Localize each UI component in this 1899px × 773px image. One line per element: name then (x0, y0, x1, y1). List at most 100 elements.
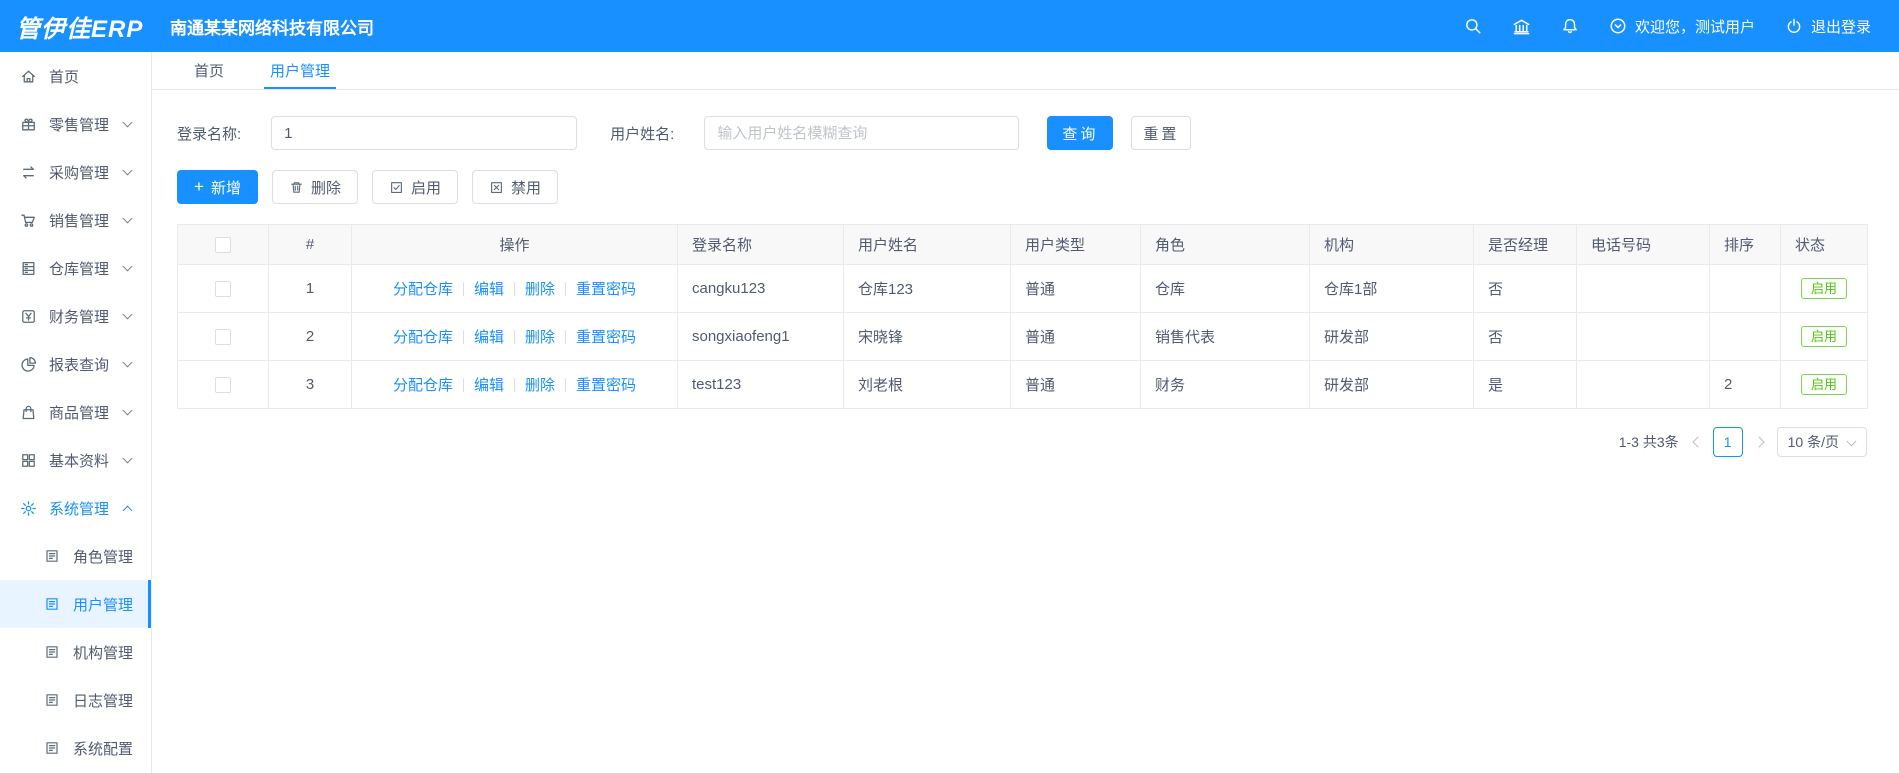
row-checkbox[interactable] (215, 329, 231, 346)
sidebar-item-warehouse[interactable]: 仓库管理 (0, 244, 151, 292)
select-all-checkbox[interactable] (215, 237, 231, 254)
sidebar-subitem-roles[interactable]: 角色管理 (0, 532, 151, 580)
finance-icon (20, 308, 37, 325)
sidebar-item-label: 采购管理 (49, 164, 110, 182)
page-size-select[interactable]: 10 条/页 (1776, 427, 1867, 457)
next-page-icon[interactable] (1755, 437, 1765, 447)
toolbar: + 新增 删除 启用 禁用 (177, 170, 1899, 204)
logout-button[interactable]: 退出登录 (1785, 16, 1871, 37)
sidebar-item-basic-data[interactable]: 基本资料 (0, 436, 151, 484)
reset-password-link[interactable]: 重置密码 (576, 326, 636, 347)
row-index: 1 (268, 264, 352, 313)
doc-icon (44, 644, 61, 661)
assign-warehouse-link[interactable]: 分配仓库 (393, 326, 453, 347)
filter-row: 登录名称: 用户姓名: 查询 重置 (177, 116, 1899, 150)
cell-phone (1576, 360, 1710, 409)
cell-sort (1709, 312, 1781, 361)
user-name-input[interactable] (704, 116, 1020, 150)
checkbox-checked-icon (391, 181, 402, 193)
user-menu[interactable]: 欢迎您，测试用户 (1609, 16, 1755, 37)
reset-button[interactable]: 重置 (1131, 116, 1192, 150)
search-icon[interactable] (1464, 17, 1482, 35)
delete-link[interactable]: 删除 (525, 326, 555, 347)
company-name: 南通某某网络科技有限公司 (170, 18, 374, 38)
row-index: 3 (268, 360, 352, 409)
cell-org: 研发部 (1309, 360, 1474, 409)
col-sort: 排序 (1709, 224, 1781, 265)
goods-bag-icon (20, 404, 37, 421)
divider (565, 329, 567, 344)
login-name-input[interactable] (271, 116, 578, 150)
prev-page-icon[interactable] (1691, 437, 1701, 447)
user-circle-icon (1610, 18, 1626, 34)
sidebar-subitem-users[interactable]: 用户管理 (0, 580, 151, 628)
sidebar-subitem-orgs[interactable]: 机构管理 (0, 628, 151, 676)
tab-user-management[interactable]: 用户管理 (264, 52, 337, 89)
sidebar-item-sales[interactable]: 销售管理 (0, 196, 151, 244)
page-number-button[interactable]: 1 (1712, 427, 1743, 457)
chevron-down-icon (123, 407, 133, 417)
cell-role: 仓库 (1140, 264, 1310, 313)
edit-link[interactable]: 编辑 (474, 278, 504, 299)
reset-password-link[interactable]: 重置密码 (576, 374, 636, 395)
chevron-down-icon (123, 119, 133, 129)
plus-icon: + (194, 177, 204, 196)
cell-login: test123 (677, 360, 844, 409)
edit-link[interactable]: 编辑 (474, 374, 504, 395)
sidebar-item-label: 销售管理 (49, 212, 110, 230)
bell-icon[interactable] (1561, 17, 1579, 35)
tab-home[interactable]: 首页 (194, 52, 224, 89)
trash-icon (291, 181, 302, 193)
sidebar-item-reports[interactable]: 报表查询 (0, 340, 151, 388)
retail-icon (20, 116, 37, 133)
chevron-down-icon (123, 311, 133, 321)
power-icon (1787, 18, 1801, 33)
col-index: # (268, 224, 352, 265)
reset-password-link[interactable]: 重置密码 (576, 278, 636, 299)
edit-link[interactable]: 编辑 (474, 326, 504, 347)
login-name-label: 登录名称: (177, 125, 242, 143)
assign-warehouse-link[interactable]: 分配仓库 (393, 374, 453, 395)
col-status: 状态 (1780, 224, 1868, 265)
sidebar-item-purchase[interactable]: 采购管理 (0, 148, 151, 196)
sidebar-subitem-logs[interactable]: 日志管理 (0, 676, 151, 724)
cell-phone (1576, 312, 1710, 361)
delete-link[interactable]: 删除 (525, 374, 555, 395)
sidebar-item-label: 首页 (49, 68, 80, 86)
add-button[interactable]: + 新增 (177, 170, 258, 204)
warehouse-icon (20, 260, 37, 277)
report-pie-icon (20, 356, 37, 373)
enable-button[interactable]: 启用 (371, 170, 458, 204)
assign-warehouse-link[interactable]: 分配仓库 (393, 278, 453, 299)
divider (462, 281, 464, 296)
doc-icon (44, 740, 61, 757)
sidebar-item-label: 财务管理 (49, 308, 110, 326)
sidebar-item-retail[interactable]: 零售管理 (0, 100, 151, 148)
row-checkbox[interactable] (215, 281, 231, 298)
col-phone: 电话号码 (1576, 224, 1710, 265)
col-manager: 是否经理 (1473, 224, 1577, 265)
delete-link[interactable]: 删除 (525, 278, 555, 299)
cell-manager: 是 (1473, 360, 1577, 409)
sidebar-item-system[interactable]: 系统管理 (0, 484, 151, 532)
sidebar-item-finance[interactable]: 财务管理 (0, 292, 151, 340)
cell-role: 销售代表 (1140, 312, 1310, 361)
sidebar-subitem-config[interactable]: 系统配置 (0, 724, 151, 772)
purchase-icon (20, 164, 37, 181)
sidebar-item-goods[interactable]: 商品管理 (0, 388, 151, 436)
col-operations: 操作 (351, 224, 678, 265)
chevron-down-icon (123, 167, 133, 177)
search-button[interactable]: 查询 (1047, 116, 1114, 150)
sidebar-item-label: 仓库管理 (49, 260, 110, 278)
bank-icon[interactable] (1512, 17, 1531, 36)
sidebar-item-home[interactable]: 首页 (0, 52, 151, 100)
sidebar-subitem-label: 用户管理 (73, 596, 134, 614)
disable-button[interactable]: 禁用 (471, 170, 558, 204)
divider (514, 377, 515, 392)
row-checkbox[interactable] (215, 377, 231, 394)
sidebar-item-label: 基本资料 (49, 452, 110, 470)
table-row: 3 分配仓库 编辑 删除 重置密码 test123 刘老根 普通 财务 研发部 … (177, 360, 1868, 409)
delete-button[interactable]: 删除 (271, 170, 358, 204)
divider (514, 329, 515, 344)
status-badge: 启用 (1800, 374, 1847, 395)
